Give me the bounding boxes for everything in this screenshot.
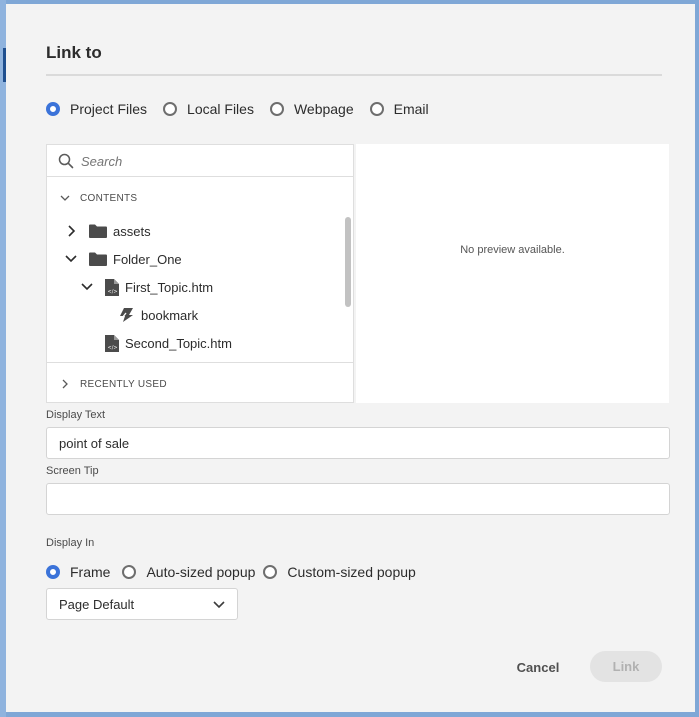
radio-project-files-label[interactable]: Project Files (70, 101, 147, 117)
recently-used-section-header[interactable]: RECENTLY USED (47, 373, 353, 395)
search-bar (47, 145, 353, 177)
svg-text:</>: </> (108, 289, 118, 295)
radio-webpage[interactable]: Webpage (269, 101, 354, 117)
chevron-down-icon[interactable] (81, 281, 93, 293)
radio-custom-sized-popup-label[interactable]: Custom-sized popup (287, 564, 415, 580)
radio-webpage-label[interactable]: Webpage (294, 101, 354, 117)
tree-item-assets[interactable]: assets (65, 220, 151, 242)
tree-item-bookmark[interactable]: bookmark (119, 304, 198, 326)
file-browser: CONTENTS assets Folder_One (46, 144, 354, 403)
radio-local-files[interactable]: Local Files (163, 101, 254, 117)
recently-used-label: RECENTLY USED (80, 378, 167, 390)
link-type-group: Project Files Local Files Webpage Email (46, 101, 429, 117)
tree-item-folder-one[interactable]: Folder_One (65, 248, 182, 270)
link-button[interactable]: Link (590, 651, 662, 682)
tree-item-label: bookmark (141, 307, 199, 323)
chevron-down-icon (213, 601, 225, 609)
radio-auto-sized-popup-label[interactable]: Auto-sized popup (146, 564, 255, 580)
tree-item-label: First_Topic.htm (125, 279, 214, 295)
link-to-dialog: Link to Project Files Local Files Webpag… (6, 4, 695, 712)
tree-item-label: Second_Topic.htm (125, 335, 232, 351)
radio-local-files-indicator[interactable] (163, 102, 178, 116)
cancel-button[interactable]: Cancel (504, 652, 572, 682)
screen-tip-label: Screen Tip (46, 465, 99, 477)
topic-file-icon: </> (105, 334, 119, 352)
bookmark-icon (119, 307, 135, 323)
dropdown-value: Page Default (59, 596, 135, 612)
tree-item-first-topic[interactable]: </> First_Topic.htm (81, 276, 213, 298)
preview-message: No preview available. (460, 244, 565, 256)
folder-icon (89, 252, 107, 266)
folder-icon (89, 224, 107, 238)
title-divider (46, 74, 662, 76)
tree-scrollbar[interactable] (345, 217, 351, 307)
dialog-title: Link to (46, 43, 102, 62)
chevron-right-icon[interactable] (65, 225, 77, 237)
radio-auto-sized-popup[interactable]: Auto-sized popup (122, 564, 255, 580)
contents-label: CONTENTS (80, 192, 138, 204)
radio-project-files[interactable]: Project Files (46, 101, 147, 117)
radio-frame-indicator[interactable] (46, 565, 60, 579)
tree-item-label: assets (113, 223, 151, 239)
radio-frame-label[interactable]: Frame (70, 564, 110, 580)
preview-pane: No preview available. (356, 144, 669, 403)
radio-project-files-indicator[interactable] (46, 102, 60, 116)
screen-tip-field[interactable] (46, 483, 670, 515)
display-in-group: Frame Auto-sized popup Custom-sized popu… (46, 564, 416, 580)
page-default-dropdown[interactable]: Page Default (46, 588, 238, 620)
svg-text:</>: </> (108, 345, 118, 351)
tree-item-second-topic[interactable]: </> Second_Topic.htm (105, 332, 232, 354)
radio-frame[interactable]: Frame (46, 564, 110, 580)
radio-custom-sized-popup-indicator[interactable] (263, 565, 278, 579)
radio-auto-sized-popup-indicator[interactable] (122, 565, 137, 579)
search-input[interactable] (81, 151, 341, 171)
display-text-label: Display Text (46, 409, 106, 421)
chevron-right-icon (62, 379, 68, 389)
chevron-down-icon (60, 195, 70, 201)
contents-section-header[interactable]: CONTENTS (47, 187, 353, 209)
radio-email[interactable]: Email (369, 101, 429, 117)
radio-custom-sized-popup[interactable]: Custom-sized popup (263, 564, 416, 580)
topic-file-icon: </> (105, 278, 119, 296)
chevron-down-icon[interactable] (65, 253, 77, 265)
radio-email-label[interactable]: Email (394, 101, 429, 117)
search-icon (58, 153, 74, 169)
radio-webpage-indicator[interactable] (269, 102, 284, 116)
tree-item-label: Folder_One (113, 251, 182, 267)
display-in-label: Display In (46, 537, 95, 549)
browser-divider (47, 362, 353, 363)
display-text-field[interactable] (46, 427, 670, 459)
radio-local-files-label[interactable]: Local Files (187, 101, 254, 117)
radio-email-indicator[interactable] (369, 102, 384, 116)
